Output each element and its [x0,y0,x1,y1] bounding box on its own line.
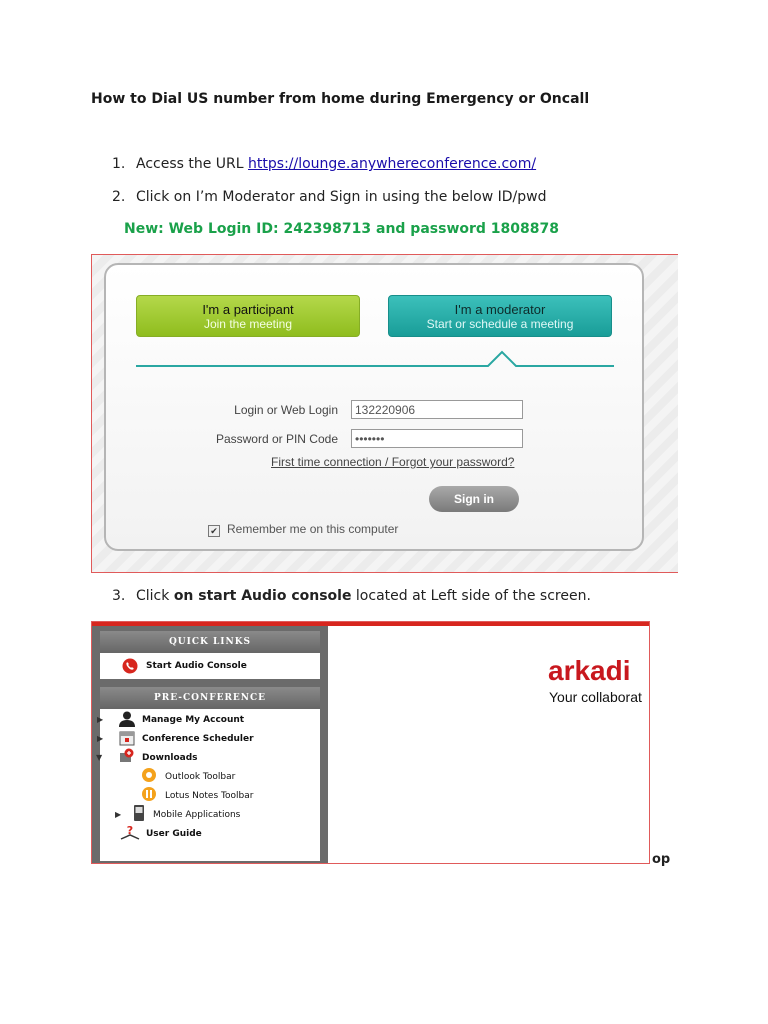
cropped-text-fragment: op [652,852,671,867]
step-bold-text: on start Audio console [173,588,352,604]
participant-button[interactable]: I'm a participant Join the meeting [136,295,360,337]
moderator-title: I'm a moderator [454,302,546,317]
pre-conference-box: PRE-CONFERENCE ▶ Manage My Account ▶ Con… [96,687,320,861]
user-guide-link[interactable]: User Guide [146,829,202,839]
console-screenshot: QUICK LINKS Start Audio Console PRE-CONF… [91,621,650,864]
login-screenshot: I'm a participant Join the meeting I'm a… [91,254,678,573]
svg-text:?: ? [127,824,133,837]
lotus-notes-toolbar-link[interactable]: Lotus Notes Toolbar [165,791,253,801]
download-icon [120,748,134,762]
password-input[interactable]: ••••••• [351,429,523,448]
lounge-url-link[interactable]: https://lounge.anywhereconference.com/ [248,156,536,172]
moderator-subtitle: Start or schedule a meeting [426,317,574,331]
step-1: 1. Access the URL https://lounge.anywhere… [112,156,536,172]
login-input[interactable]: 132220906 [351,400,523,419]
pre-conference-header: PRE-CONFERENCE [100,687,320,709]
start-audio-console-link[interactable]: Start Audio Console [146,661,247,671]
outlook-toolbar-icon [142,768,156,782]
sign-in-button[interactable]: Sign in [429,486,519,512]
participant-subtitle: Join the meeting [203,317,293,331]
calendar-icon [119,731,135,746]
forgot-password-link[interactable]: First time connection / Forgot your pass… [271,455,514,469]
remember-label: Remember me on this computer [227,522,399,536]
expand-arrow-icon[interactable]: ▶ [115,810,121,819]
step-text: Click [136,588,174,604]
step-2: 2. Click on I’m Moderator and Sign in usi… [112,189,547,205]
expand-arrow-icon[interactable]: ▶ [97,734,103,743]
downloads-link[interactable]: Downloads [142,753,198,763]
console-sidebar: QUICK LINKS Start Audio Console PRE-CONF… [92,626,328,863]
participant-title: I'm a participant [202,302,294,317]
conference-scheduler-link[interactable]: Conference Scheduler [142,734,254,744]
brand-tagline: Your collaborat [549,689,642,705]
outlook-toolbar-link[interactable]: Outlook Toolbar [165,772,235,782]
manage-account-link[interactable]: Manage My Account [142,715,244,725]
password-label: Password or PIN Code [215,432,338,446]
login-panel: I'm a participant Join the meeting I'm a… [104,263,644,551]
step-text-tail: located at Left side of the screen. [351,588,591,604]
user-icon [119,711,135,727]
collapse-arrow-icon[interactable]: ▼ [96,753,102,762]
step-text: Access the URL [136,156,249,172]
selection-pointer-divider [136,350,614,367]
step-3: 3. Click on start Audio console located a… [112,588,591,604]
mobile-applications-link[interactable]: Mobile Applications [153,810,240,820]
mobile-phone-icon [134,805,144,821]
brand-logo-text: arkadi [548,655,631,686]
remember-me[interactable]: ✔ Remember me on this computer [208,522,398,537]
expand-arrow-icon[interactable]: ▶ [97,715,103,724]
phone-icon [122,658,138,674]
quick-links-header: QUICK LINKS [100,631,320,653]
moderator-button[interactable]: I'm a moderator Start or schedule a meet… [388,295,612,337]
quick-links-box: QUICK LINKS Start Audio Console [100,631,320,679]
step-number: 1. [112,156,126,172]
login-label: Login or Web Login [234,403,338,417]
new-login-credentials: New: Web Login ID: 242398713 and passwor… [124,221,559,237]
remember-checkbox[interactable]: ✔ [208,525,220,537]
document-title: How to Dial US number from home during E… [91,91,590,107]
step-number: 3. [112,588,126,604]
step-text: Click on I’m Moderator and Sign in using… [136,189,547,205]
step-number: 2. [112,189,126,205]
help-book-icon: ? [120,824,140,840]
lotus-notes-icon [142,787,156,801]
